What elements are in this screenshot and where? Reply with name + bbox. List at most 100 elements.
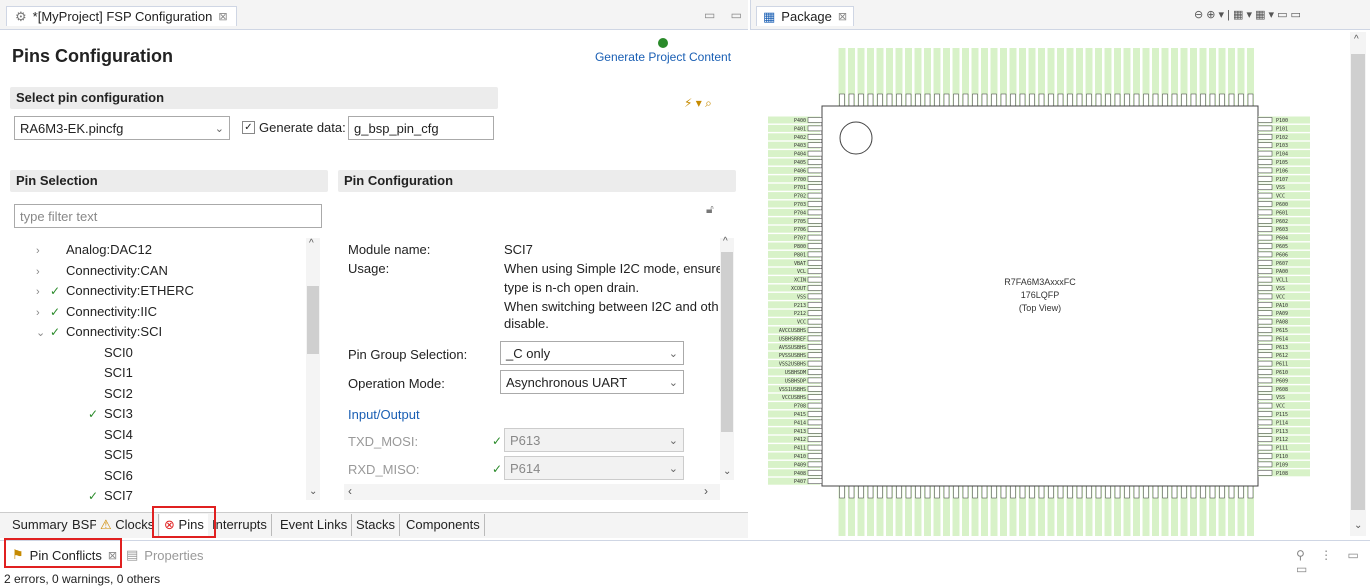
- pin[interactable]: PVSSUSBHS: [768, 351, 823, 360]
- pin[interactable]: P100: [1257, 116, 1310, 125]
- pin[interactable]: PA00: [1257, 267, 1310, 276]
- pin[interactable]: VSS: [1257, 284, 1310, 293]
- chevron-right-icon[interactable]: ›: [36, 286, 50, 298]
- pin[interactable]: VCCUSBHS: [768, 393, 823, 402]
- tree-item[interactable]: SCI4: [74, 427, 133, 442]
- tree-item[interactable]: SCI2: [74, 386, 133, 401]
- pin[interactable]: VBAT: [768, 259, 823, 267]
- pin[interactable]: XCOUT: [768, 284, 823, 293]
- pin[interactable]: P615: [1257, 326, 1310, 335]
- tree-item[interactable]: SCI1: [74, 365, 133, 380]
- pin[interactable]: P113: [1257, 427, 1310, 435]
- pin[interactable]: XCIN: [768, 276, 823, 284]
- pin[interactable]: VCC: [768, 318, 823, 326]
- pin[interactable]: P400: [768, 116, 823, 125]
- pin[interactable]: P109: [1257, 460, 1310, 469]
- pin[interactable]: P701: [768, 183, 823, 192]
- scroll-left-icon[interactable]: ‹: [348, 484, 352, 498]
- pin[interactable]: P801: [768, 250, 823, 259]
- chevron-right-icon[interactable]: ›: [36, 245, 50, 257]
- pin[interactable]: P609: [1257, 376, 1310, 385]
- pin[interactable]: VSS1USBHS: [768, 385, 823, 393]
- tree-item[interactable]: ⌄ ✓ Connectivity:SCI: [36, 324, 162, 339]
- tree-item[interactable]: SCI6: [74, 468, 133, 483]
- tree-item[interactable]: ✓ SCI3: [74, 406, 133, 421]
- pin[interactable]: P406: [768, 166, 823, 175]
- package-toolbar[interactable]: ⊖ ⊕ ▾ | ▦ ▾ ▦ ▾ ▭ ▭: [1194, 8, 1301, 21]
- generate-data-input[interactable]: g_bsp_pin_cfg: [348, 116, 494, 140]
- pin[interactable]: VSS: [1257, 183, 1310, 192]
- pin[interactable]: P605: [1257, 242, 1310, 251]
- tree-item[interactable]: ✓ SCI7: [74, 488, 133, 503]
- pin[interactable]: P407: [768, 477, 823, 486]
- chevron-down-icon[interactable]: ⌄: [36, 326, 50, 339]
- rxd-select[interactable]: P614 ⌄: [504, 456, 684, 480]
- pin[interactable]: P704: [768, 208, 823, 217]
- pin[interactable]: VSS: [768, 292, 823, 301]
- txd-select[interactable]: P613 ⌄: [504, 428, 684, 452]
- pin-tree-scrollbar[interactable]: [306, 238, 320, 500]
- pin[interactable]: P411: [768, 444, 823, 452]
- pin[interactable]: USBHSDM: [768, 368, 823, 377]
- scroll-down-icon[interactable]: ⌄: [1354, 520, 1362, 531]
- pin-config-scroll-thumb[interactable]: [721, 252, 733, 432]
- pin[interactable]: P613: [1257, 343, 1310, 351]
- chevron-right-icon[interactable]: ›: [36, 307, 50, 319]
- tab-components[interactable]: Components: [402, 514, 485, 536]
- pin[interactable]: P106: [1257, 166, 1310, 175]
- pin[interactable]: P107: [1257, 175, 1310, 183]
- pin[interactable]: VCC: [1257, 192, 1310, 200]
- tab-interrupts[interactable]: Interrupts: [208, 514, 272, 536]
- pin[interactable]: USBHSRREF: [768, 334, 823, 343]
- scroll-up-icon[interactable]: ^: [1354, 34, 1359, 45]
- tree-item[interactable]: SCI0: [74, 345, 133, 360]
- package-tab[interactable]: ▦ Package ⊠: [756, 6, 855, 26]
- pin[interactable]: P612: [1257, 351, 1310, 360]
- pin[interactable]: PA10: [1257, 301, 1310, 309]
- tree-item[interactable]: › ✓ Connectivity:ETHERC: [36, 283, 194, 298]
- pin[interactable]: P405: [768, 158, 823, 167]
- pin[interactable]: VCL: [768, 267, 823, 276]
- pin[interactable]: VSS2USBHS: [768, 360, 823, 368]
- pin[interactable]: P409: [768, 460, 823, 469]
- pin[interactable]: AVCCUSBHS: [768, 326, 823, 335]
- pin[interactable]: P412: [768, 435, 823, 444]
- pin[interactable]: P110: [1257, 452, 1310, 461]
- pin[interactable]: P415: [768, 410, 823, 419]
- tab-properties[interactable]: ▤ Properties: [126, 544, 204, 566]
- close-icon[interactable]: ⊠: [218, 10, 227, 23]
- tree-item[interactable]: › ✓ Connectivity:IIC: [36, 304, 157, 319]
- scroll-down-icon[interactable]: ⌄: [309, 486, 317, 497]
- generate-project-button[interactable]: Generate Project Content: [590, 38, 736, 64]
- tab-stacks[interactable]: Stacks: [352, 514, 401, 536]
- pin[interactable]: P608: [1257, 385, 1310, 393]
- pin[interactable]: P601: [1257, 208, 1310, 217]
- conflicts-window-controls[interactable]: ⚲ ⋮ ▭ ▭: [1296, 548, 1370, 576]
- pin[interactable]: P213: [768, 301, 823, 309]
- pin[interactable]: P404: [768, 150, 823, 158]
- pin[interactable]: USBHSDP: [768, 376, 823, 385]
- pin[interactable]: P800: [768, 242, 823, 251]
- tree-item[interactable]: › Connectivity:CAN: [36, 263, 168, 278]
- pin[interactable]: P413: [768, 427, 823, 435]
- pin[interactable]: P610: [1257, 368, 1310, 377]
- pin[interactable]: P108: [1257, 469, 1310, 477]
- pin[interactable]: VCL1: [1257, 276, 1310, 284]
- toolbar-icons[interactable]: ⚡ ▾ ⌕: [684, 96, 712, 111]
- scroll-up-icon[interactable]: ^: [309, 238, 314, 249]
- pin[interactable]: P705: [768, 217, 823, 225]
- operation-mode-select[interactable]: Asynchronous UART ⌄: [500, 370, 684, 394]
- package-scroll-thumb[interactable]: [1351, 54, 1365, 510]
- scroll-up-icon[interactable]: ^: [723, 236, 728, 247]
- tree-item[interactable]: › Analog:DAC12: [36, 242, 152, 257]
- pin[interactable]: PA08: [1257, 318, 1310, 326]
- pin[interactable]: AVSSUSBHS: [768, 343, 823, 351]
- pin[interactable]: P104: [1257, 150, 1310, 158]
- tree-item[interactable]: SCI5: [74, 447, 133, 462]
- pin[interactable]: P606: [1257, 250, 1310, 259]
- pin[interactable]: P112: [1257, 435, 1310, 444]
- pin[interactable]: VCC: [1257, 292, 1310, 301]
- pin[interactable]: P604: [1257, 234, 1310, 242]
- generate-data-checkbox[interactable]: ✓: [242, 121, 255, 134]
- pin[interactable]: P402: [768, 133, 823, 141]
